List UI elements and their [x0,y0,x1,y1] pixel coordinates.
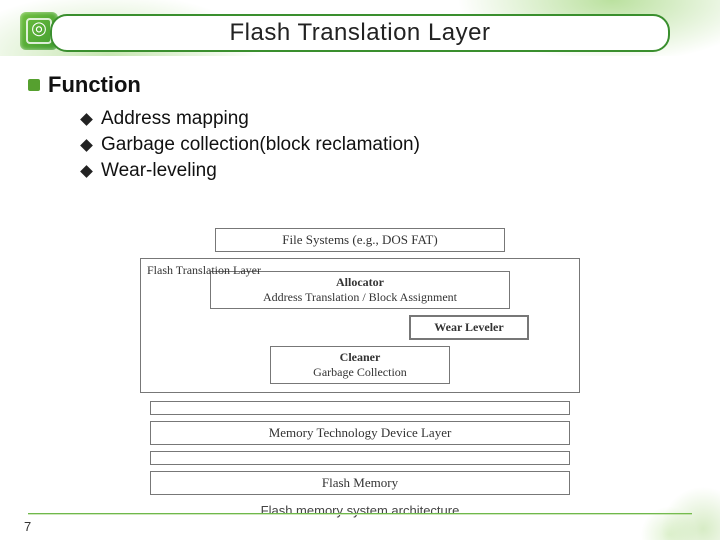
page-number: 7 [24,519,31,534]
title-bar: Flash Translation Layer [50,14,670,52]
bullet-icon [28,79,40,91]
list-item: Address mapping [82,108,692,130]
allocator-sub: Address Translation / Block Assignment [215,290,505,305]
diagram-ftl-label: Flash Translation Layer [147,263,261,278]
diagram-box-mtd: Memory Technology Device Layer [150,421,570,445]
list-item-text: Garbage collection(block reclamation) [101,134,420,156]
cleaner-sub: Garbage Collection [275,365,445,380]
list-item: Garbage collection(block reclamation) [82,134,692,156]
list-item: Wear-leveling [82,160,692,182]
architecture-diagram: File Systems (e.g., DOS FAT) Flash Trans… [140,228,580,518]
diagram-box-filesystems: File Systems (e.g., DOS FAT) [215,228,505,252]
diamond-icon [80,165,93,178]
diagram-box-flash: Flash Memory [150,471,570,495]
diagram-box-ftl: Flash Translation Layer Allocator Addres… [140,258,580,393]
list-item-text: Wear-leveling [101,160,217,182]
diagram-caption: Flash memory system architecture [140,503,580,518]
heading-row: Function [28,72,692,98]
list-item-text: Address mapping [101,108,249,130]
content-area: Function Address mapping Garbage collect… [28,72,692,186]
diagram-box-cleaner: Cleaner Garbage Collection [270,346,450,384]
heading-text: Function [48,72,141,98]
diagram-box-wear-leveler: Wear Leveler [409,315,529,340]
diamond-icon [80,139,93,152]
diagram-box-spacer [150,401,570,415]
diagram-box-spacer [150,451,570,465]
footer-rule [28,513,692,514]
slide: Flash Translation Layer Function Address… [0,0,720,540]
diamond-icon [80,113,93,126]
sub-bullet-list: Address mapping Garbage collection(block… [82,108,692,182]
slide-title: Flash Translation Layer [230,19,491,47]
cleaner-title: Cleaner [275,350,445,365]
